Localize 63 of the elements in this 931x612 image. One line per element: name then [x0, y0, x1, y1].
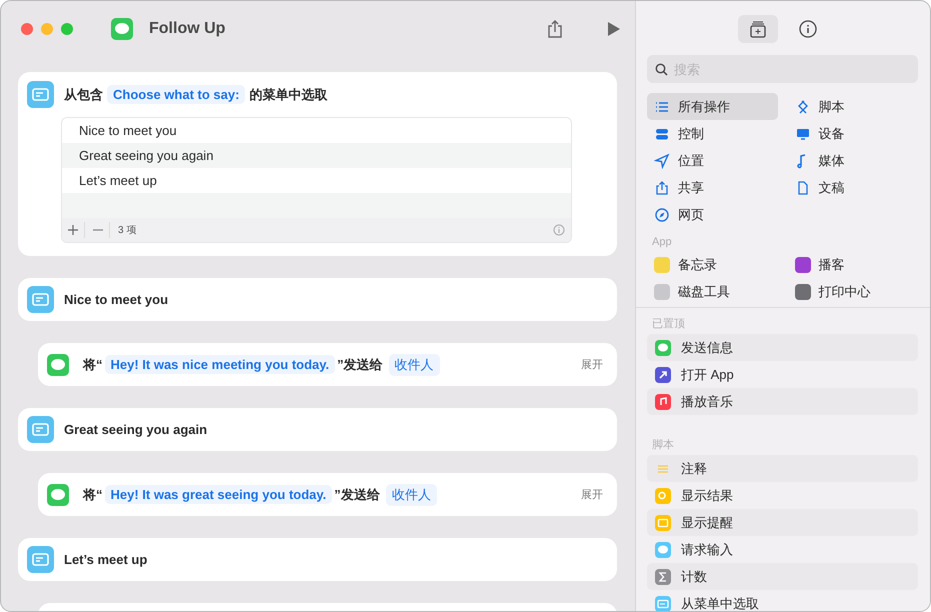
action-item[interactable]: 发送信息 [647, 334, 918, 361]
category-item[interactable]: 媒体 [788, 147, 918, 174]
category-item[interactable]: 设备 [788, 120, 918, 147]
menu-action-icon [27, 286, 54, 313]
app-item[interactable]: 播客 [788, 251, 918, 278]
case-title: Let’s meet up [64, 552, 148, 567]
action-label: ”发送给 [337, 356, 383, 374]
action-label: 从包含 [64, 86, 103, 104]
messages-icon [47, 354, 69, 376]
info-icon[interactable] [553, 224, 565, 236]
action-item[interactable]: 注释 [647, 455, 918, 482]
location-icon [654, 152, 670, 168]
action-item[interactable]: 显示结果 [647, 482, 918, 509]
case-title: Great seeing you again [64, 422, 208, 437]
search-icon [655, 63, 668, 76]
messages-app-icon [111, 18, 133, 40]
action-label: 的菜单中选取 [249, 86, 328, 104]
library-icon [748, 20, 766, 38]
play-icon[interactable] [607, 21, 621, 37]
messages-icon [47, 484, 69, 506]
message-token[interactable]: Hey! It was nice meeting you today. [104, 355, 336, 374]
app-item[interactable]: 备忘录 [647, 251, 778, 278]
section-heading: 脚本 [651, 438, 675, 453]
close-button[interactable] [21, 23, 33, 35]
menu-action-icon [27, 416, 54, 443]
window-title: Follow Up [149, 20, 226, 38]
category-item[interactable]: 位置 [647, 147, 778, 174]
plus-icon[interactable] [68, 225, 78, 235]
action-item[interactable]: 显示提醒 [647, 509, 918, 536]
action-item[interactable]: 播放音乐 [647, 388, 918, 415]
menu-action-icon [27, 81, 54, 108]
compass-icon [654, 206, 670, 222]
action-label: 将“ [83, 356, 102, 374]
item-count: 3 项 [118, 224, 138, 237]
share-icon[interactable] [547, 19, 563, 39]
recipient-token[interactable]: 收件人 [388, 354, 440, 376]
expand-link[interactable]: 展开 [581, 487, 603, 502]
recipient-token[interactable]: 收件人 [386, 484, 437, 506]
category-item[interactable]: 网页 [647, 201, 778, 228]
category-item[interactable]: 共享 [647, 174, 778, 201]
action-label: 将“ [83, 486, 102, 504]
menu-action-icon [27, 546, 54, 573]
section-heading: App [651, 235, 673, 250]
share-icon [654, 180, 670, 196]
zoom-button[interactable] [61, 23, 73, 35]
category-item[interactable]: 脚本 [788, 93, 918, 120]
app-item[interactable]: 打印中心 [788, 278, 918, 305]
action-item[interactable]: 计数 [647, 563, 918, 590]
action-item[interactable]: 从菜单中选取 [647, 590, 918, 611]
category-item[interactable]: 控制 [647, 120, 778, 147]
message-token[interactable]: Hey! It was great seeing you today. [104, 485, 332, 504]
app-item[interactable]: 磁盘工具 [647, 278, 778, 305]
action-item[interactable]: 请求输入 [647, 536, 918, 563]
action-label: ”发送给 [334, 486, 380, 504]
section-heading: 已置顶 [651, 317, 686, 332]
case-title: Nice to meet you [64, 292, 168, 307]
library-tab[interactable] [738, 15, 778, 43]
info-icon [798, 20, 816, 38]
category-item[interactable]: 文稿 [788, 174, 918, 201]
action-item[interactable]: 打开 App [647, 361, 918, 388]
expand-link[interactable]: 展开 [581, 357, 603, 372]
category-item[interactable]: 所有操作 [647, 93, 778, 120]
prompt-token[interactable]: Choose what to say: [107, 85, 246, 104]
